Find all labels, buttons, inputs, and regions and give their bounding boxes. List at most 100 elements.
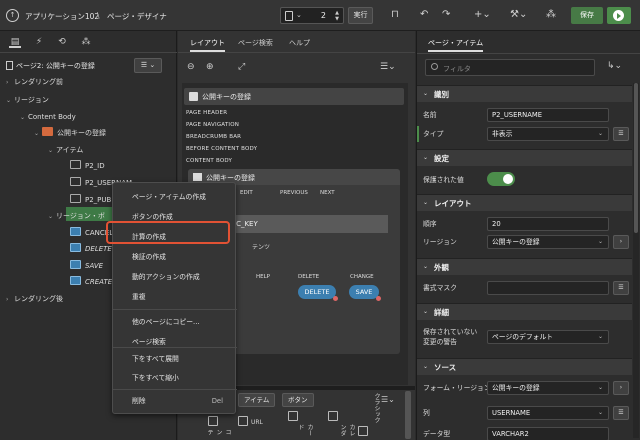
page-selector[interactable]: ⌄ 2 ▲ ▼	[280, 7, 344, 24]
menu-duplicate[interactable]: 重複	[113, 287, 237, 307]
menu-divider	[113, 347, 237, 348]
section-layout[interactable]: ⌄ レイアウト	[417, 194, 632, 211]
zoom-in-icon[interactable]: ⊕	[206, 62, 214, 72]
item-public-key-bar[interactable]: IC_KEY	[222, 215, 388, 233]
app-name-link[interactable]: アプリケーション102	[25, 11, 99, 22]
redo-icon[interactable]: ↷	[442, 9, 450, 21]
tree-root-page[interactable]: ページ2: 公開キーの登録	[6, 61, 95, 71]
create-plus-icon[interactable]: +⌄	[474, 9, 491, 21]
section-source[interactable]: ⌄ ソース	[417, 358, 632, 375]
tree-node-create[interactable]: CREATE	[62, 275, 112, 289]
dynamic-actions-tab-icon[interactable]: ⚡	[33, 36, 45, 48]
filter-input[interactable]: フィルタ	[425, 59, 595, 76]
column-select[interactable]: USERNAME ⌄	[487, 406, 609, 420]
gallery-cards-icon[interactable]	[288, 411, 298, 421]
app-home-icon[interactable]: ↑	[6, 9, 19, 22]
tab-layout[interactable]: レイアウト	[190, 38, 225, 52]
tree-node-p2-public-key[interactable]: P2_PUBL	[62, 193, 115, 207]
form-region-go-button[interactable]: ›	[613, 381, 629, 395]
menu-delete[interactable]: 削除 Del	[113, 391, 237, 411]
format-mask-button[interactable]: ☰	[613, 281, 629, 295]
save-button[interactable]: 保存	[571, 7, 603, 24]
run-page-button[interactable]: 実行	[348, 7, 373, 24]
tab-help[interactable]: ヘルプ	[289, 38, 310, 48]
gallery-content-icon[interactable]	[208, 416, 218, 426]
gallery-menu-icon[interactable]: ☰⌄	[381, 395, 395, 404]
section-settings[interactable]: ⌄ 設定	[417, 149, 632, 166]
item-icon	[70, 194, 81, 203]
sequence-field[interactable]: 20	[487, 217, 609, 231]
menu-create-validation[interactable]: 検証の作成	[113, 247, 237, 267]
column-label: 列	[423, 409, 430, 417]
tree-node-region[interactable]: ⌄ 公開キーの登録	[34, 126, 106, 140]
warn-select[interactable]: ページのデフォルト ⌄	[487, 330, 609, 344]
menu-expand-all[interactable]: 下をすべて展開	[113, 349, 237, 369]
expand-icon[interactable]: ⤢	[238, 62, 245, 72]
menu-collapse-all[interactable]: 下をすべて縮小	[113, 368, 237, 388]
tree-menu-button[interactable]: ☰ ⌄	[134, 58, 162, 73]
gallery-tab-items[interactable]: アイテム	[238, 393, 276, 407]
page-stepper-icon[interactable]: ▲ ▼	[335, 10, 339, 22]
tree-node-items[interactable]: ⌄ アイテム	[48, 143, 83, 157]
name-field[interactable]: P2_USERNAME	[487, 108, 609, 122]
section-appearance[interactable]: ⌄ 外観	[417, 258, 632, 275]
page-number-input[interactable]: 2	[321, 11, 326, 20]
gallery-calendar-icon[interactable]	[328, 411, 338, 421]
save-button-pill[interactable]: SAVE	[349, 285, 381, 301]
column-list-button[interactable]: ☰	[613, 406, 629, 420]
protected-toggle[interactable]	[487, 172, 515, 186]
section-identification[interactable]: ⌄ 識別	[417, 85, 632, 102]
type-select[interactable]: 非表示 ⌄	[487, 127, 609, 141]
gallery-label-calendar: カレンダ	[339, 424, 355, 436]
breadcrumb-separator: \	[97, 11, 100, 20]
utilities-wrench-icon[interactable]: ⚒⌄	[510, 9, 527, 21]
property-scrollbar[interactable]	[633, 83, 639, 438]
shared-components-icon[interactable]: ⁂	[546, 9, 556, 21]
undo-icon[interactable]: ↶	[420, 9, 428, 21]
tree-node-save[interactable]: SAVE	[62, 259, 103, 273]
format-mask-field[interactable]	[487, 281, 609, 295]
tab-page-search[interactable]: ページ検索	[238, 38, 273, 48]
gallery-label-classic: クラシック	[373, 393, 380, 423]
menu-create-dynamic-action[interactable]: 動的アクションの作成	[113, 267, 237, 287]
tree-node-after-rendering[interactable]: › レンダリング後	[6, 292, 63, 306]
lock-icon[interactable]: ⊓	[391, 9, 399, 21]
position-change: CHANGE	[350, 274, 374, 280]
run-button[interactable]	[607, 7, 631, 24]
processing-tab-icon[interactable]: ⟲	[56, 36, 68, 48]
region-select[interactable]: 公開キーの登録 ⌄	[487, 235, 609, 249]
region-bar[interactable]: 公開キーの登録	[184, 88, 404, 105]
chevron-down-icon[interactable]: ⌄	[296, 11, 302, 19]
section-advanced[interactable]: ⌄ 詳細	[417, 303, 632, 320]
shared-components-tab-icon[interactable]: ⁂	[80, 36, 92, 48]
menu-copy-to-page[interactable]: 他のページにコピー...	[113, 312, 237, 332]
tree-node-delete[interactable]: DELETE	[62, 242, 112, 256]
menu-create-page-item[interactable]: ページ・アイテムの作成	[113, 187, 237, 207]
tree-node-region-buttons[interactable]: ⌄ リージョン・ボ	[48, 209, 105, 223]
zoom-out-icon[interactable]: ⊖	[187, 62, 195, 72]
rendering-tab-icon[interactable]: ▤	[9, 36, 21, 48]
gallery-classic-icon[interactable]	[358, 426, 368, 436]
type-list-button[interactable]: ☰	[613, 127, 629, 141]
tree-node-p2-id[interactable]: P2_ID	[62, 159, 105, 173]
page-icon	[6, 61, 13, 70]
page-designer-title: ページ・デザイナ	[107, 12, 167, 21]
tree-node-content-body[interactable]: ⌄ Content Body	[20, 110, 76, 124]
warn-label-line2: 変更の警告	[423, 338, 457, 346]
datatype-field[interactable]: VARCHAR2	[487, 427, 609, 440]
left-panel-tabs: ▤ ⚡ ⟲ ⁂	[0, 31, 177, 53]
delete-button-pill[interactable]: DELETE	[298, 285, 338, 301]
hidden-item-icon	[70, 160, 81, 169]
gallery-tab-buttons[interactable]: ボタン	[282, 393, 314, 407]
tab-page-item[interactable]: ページ・アイテム	[428, 38, 484, 52]
layout-menu-icon[interactable]: ☰⌄	[380, 62, 396, 72]
region-go-button[interactable]: ›	[613, 235, 629, 249]
scrollbar-thumb[interactable]	[634, 83, 638, 233]
gallery-url-icon[interactable]	[238, 416, 248, 426]
position-previous: PREVIOUS	[280, 190, 308, 196]
tree-node-before-rendering[interactable]: › レンダリング前	[6, 75, 63, 89]
go-to-group-icon[interactable]: ↳⌄	[607, 61, 622, 71]
tree-node-regions[interactable]: ⌄ リージョン	[6, 93, 49, 107]
form-region-select[interactable]: 公開キーの登録 ⌄	[487, 381, 609, 395]
gallery-scrollbar[interactable]	[405, 391, 411, 439]
